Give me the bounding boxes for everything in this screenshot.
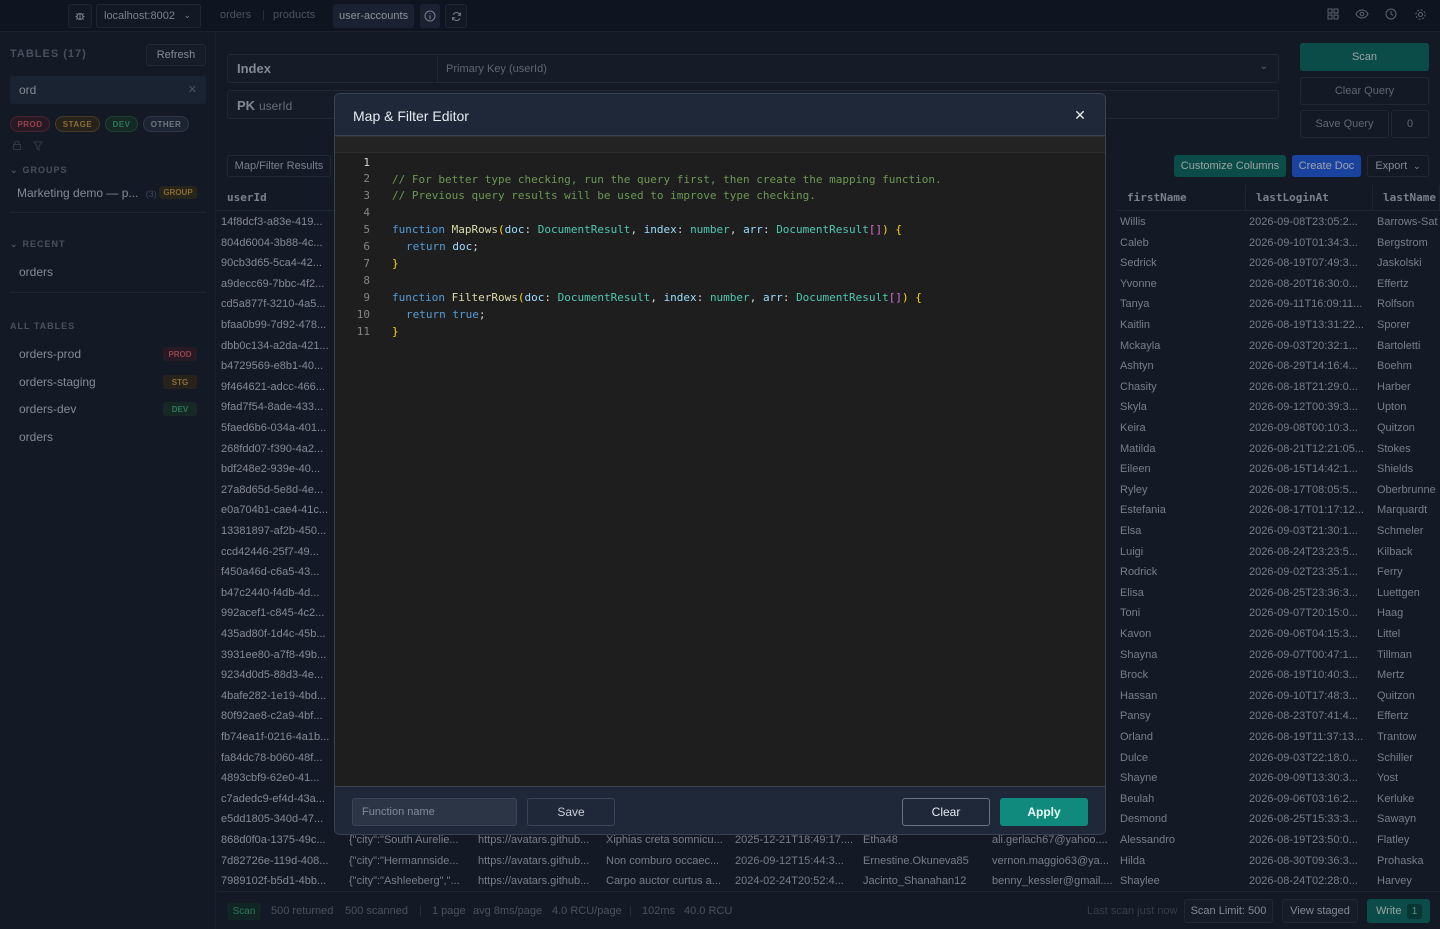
code-line: 7 — [335, 238, 1105, 270]
map-filter-editor-modal: Map & Filter Editor ✕ 1 // For better ty… — [334, 93, 1106, 835]
code-line: 9 return true; — [335, 272, 1105, 321]
code-line: 3 — [335, 170, 1105, 202]
code-line: 2 // Previous query results will be used… — [335, 153, 1105, 202]
apply-button[interactable]: Apply — [1000, 798, 1088, 826]
close-icon[interactable]: ✕ — [1071, 106, 1089, 124]
save-function-button[interactable]: Save — [527, 798, 615, 826]
code-line: 10 } — [335, 289, 1105, 338]
modal-header: Map & Filter Editor ✕ — [335, 94, 1105, 136]
function-name-input[interactable]: Function name — [352, 798, 517, 826]
code-line: 11 — [335, 306, 1105, 338]
line-number: 11 — [356, 325, 370, 338]
code-line: 1 // For better type checking, run the q… — [335, 136, 1105, 186]
clear-button[interactable]: Clear — [902, 798, 990, 826]
code-text: } — [392, 325, 399, 338]
code-line: 4 function MapRows(doc: DocumentResult, … — [335, 187, 1105, 236]
code-line: 5 return doc; — [335, 204, 1105, 253]
code-line: 6 } — [335, 221, 1105, 270]
code-line: 8 function FilterRows(doc: DocumentResul… — [335, 255, 1105, 304]
code-editor[interactable]: 1 // For better type checking, run the q… — [335, 136, 1105, 786]
modal-title: Map & Filter Editor — [353, 108, 469, 124]
modal-footer: Function name Save Clear Apply — [335, 786, 1105, 834]
